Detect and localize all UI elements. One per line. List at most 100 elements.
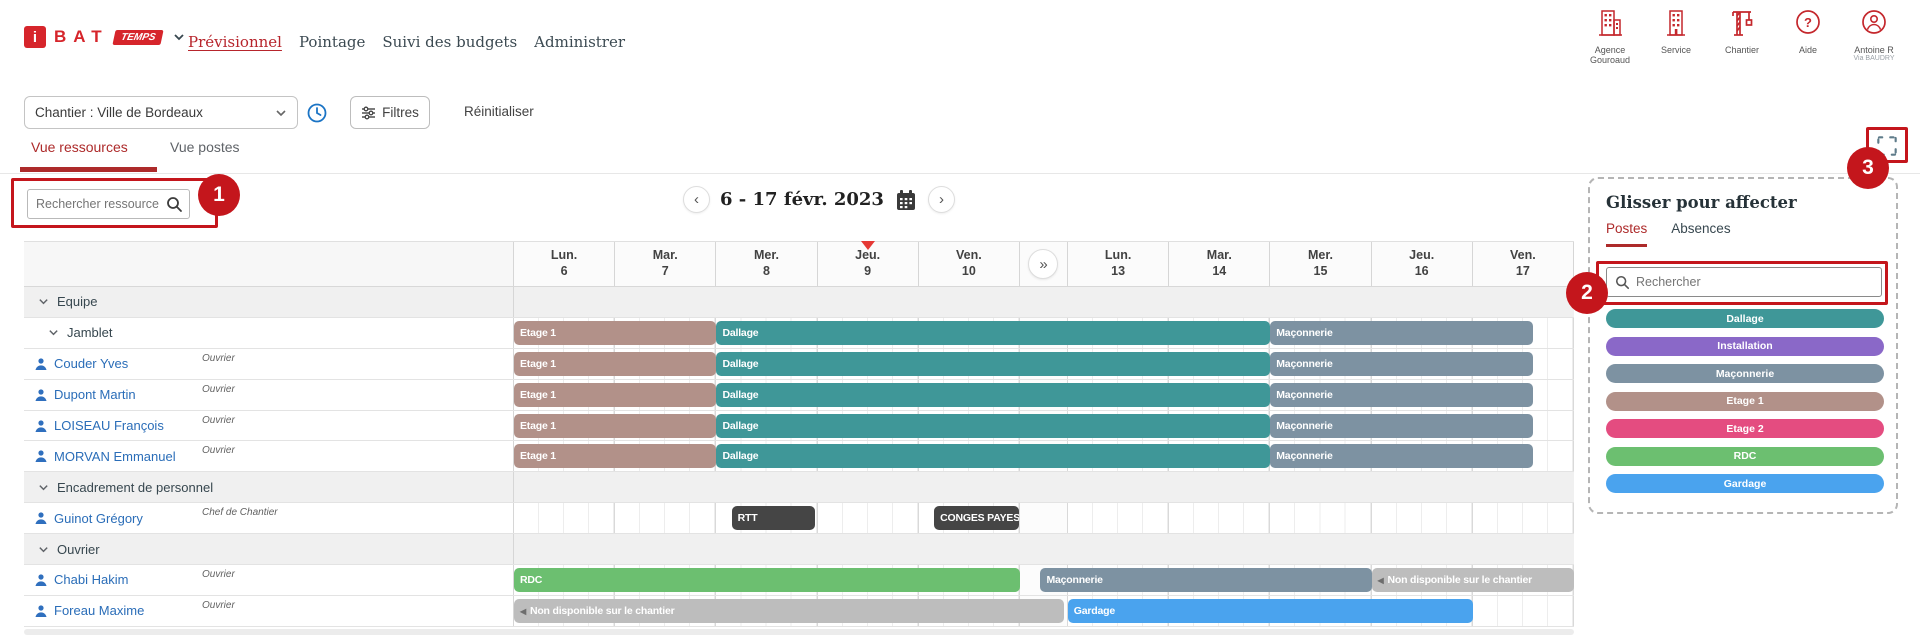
person-name-link[interactable]: Chabi Hakim [54,572,128,587]
day-cell[interactable] [716,472,817,502]
pill-gardage[interactable]: Gardage [1606,474,1884,493]
quickbar-chantier[interactable]: Chantier [1714,8,1770,66]
schedule-bar[interactable]: Maçonnerie [1270,444,1533,468]
schedule-bar[interactable]: Dallage [716,444,1270,468]
date-range-label[interactable]: 6 - 17 févr. 2023 [720,189,884,210]
day-cell[interactable] [716,534,817,564]
day-cell[interactable] [1169,503,1270,533]
person-name-link[interactable]: MORVAN Emmanuel [54,449,176,464]
schedule-bar[interactable]: Etage 1 [514,352,716,376]
schedule-bar[interactable]: RDC [514,568,1020,592]
person-name-link[interactable]: Guinot Grégory [54,511,143,526]
day-column-header[interactable]: Jeu.9 [818,242,919,286]
schedule-bar[interactable]: Maçonnerie [1270,414,1533,438]
schedule-bar[interactable]: Dallage [716,414,1270,438]
nav-item-administrer[interactable]: Administrer [534,33,625,51]
pill-maçonnerie[interactable]: Maçonnerie [1606,364,1884,383]
day-cell[interactable] [919,534,1020,564]
expand-weekend-button[interactable]: » [1028,249,1058,279]
schedule-bar[interactable]: Etage 1 [514,321,716,345]
schedule-bar[interactable]: CONGES PAYES [934,506,1019,530]
calendar-icon[interactable] [894,188,918,212]
pill-installation[interactable]: Installation [1606,337,1884,356]
day-cell[interactable] [1371,287,1472,317]
chevron-down-icon[interactable] [173,31,185,43]
day-cell[interactable] [514,287,615,317]
nav-item-prévisionnel[interactable]: Prévisionnel [188,33,282,51]
day-cell[interactable] [1270,534,1371,564]
day-cell[interactable] [1473,503,1574,533]
person-name-link[interactable]: LOISEAU François [54,418,164,433]
day-column-header[interactable]: Ven.17 [1473,242,1574,286]
day-cell[interactable] [1371,534,1472,564]
pill-dallage[interactable]: Dallage [1606,309,1884,328]
day-cell[interactable] [818,472,919,502]
day-cell[interactable] [1270,503,1371,533]
nav-item-suivi-des-budgets[interactable]: Suivi des budgets [382,33,517,51]
day-cell[interactable] [1169,472,1270,502]
day-column-header[interactable]: Mar.7 [615,242,716,286]
resource-search-input[interactable] [28,197,166,211]
day-cell[interactable] [1270,287,1371,317]
day-cell[interactable] [1372,503,1473,533]
schedule-bar[interactable]: RTT [732,506,815,530]
day-column-header[interactable]: Mer.8 [716,242,817,286]
day-column-header[interactable]: Mar.14 [1169,242,1270,286]
day-cell[interactable] [514,534,615,564]
day-cell[interactable] [818,503,919,533]
day-cell[interactable] [1473,596,1574,626]
person-name-link[interactable]: Couder Yves [54,356,128,371]
chevron-down-icon[interactable] [38,544,49,555]
day-cell[interactable] [818,287,919,317]
tab-vue-ressources[interactable]: Vue ressources [31,139,128,155]
app-logo[interactable]: i BAT TEMPS [24,26,185,48]
day-column-header[interactable]: Jeu.16 [1372,242,1473,286]
chevron-down-icon[interactable] [38,296,49,307]
day-cell[interactable] [1169,534,1270,564]
quickbar-aide[interactable]: ?Aide [1780,8,1836,66]
pill-rdc[interactable]: RDC [1606,447,1884,466]
schedule-bar[interactable]: Etage 1 [514,414,716,438]
schedule-bar[interactable]: Maçonnerie [1270,321,1533,345]
day-cell[interactable] [919,472,1020,502]
day-cell[interactable] [1371,472,1472,502]
search-icon[interactable] [166,196,183,213]
day-cell[interactable] [1068,534,1169,564]
day-cell[interactable] [1068,287,1169,317]
day-column-header[interactable]: Lun.13 [1068,242,1169,286]
chevron-down-icon[interactable] [48,327,59,338]
pill-etage-1[interactable]: Etage 1 [1606,392,1884,411]
reset-filters-button[interactable]: Réinitialiser [464,104,534,119]
day-cell[interactable] [615,472,716,502]
schedule-bar[interactable]: ◀Non disponible sur le chantier [514,599,1064,623]
day-cell[interactable] [1068,472,1169,502]
day-cell[interactable] [615,534,716,564]
filters-button[interactable]: Filtres [350,96,430,129]
pill-etage-2[interactable]: Etage 2 [1606,419,1884,438]
day-column-header[interactable]: Mer.15 [1270,242,1371,286]
quickbar-service[interactable]: Service [1648,8,1704,66]
day-column-header[interactable]: Lun.6 [514,242,615,286]
panel-tab-postes[interactable]: Postes [1606,221,1647,247]
quickbar-antoine-r[interactable]: Antoine RVia BAUDRY [1846,8,1902,66]
day-cell[interactable] [1473,287,1574,317]
horizontal-scrollbar[interactable] [24,629,1574,635]
day-cell[interactable] [818,534,919,564]
day-cell[interactable] [615,503,716,533]
day-cell[interactable] [1270,472,1371,502]
schedule-bar[interactable]: Etage 1 [514,444,716,468]
schedule-bar[interactable]: Maçonnerie [1270,383,1533,407]
day-cell[interactable] [514,472,615,502]
day-cell[interactable] [1473,534,1574,564]
day-column-header[interactable]: Ven.10 [919,242,1020,286]
quickbar-agence-gouroaud[interactable]: Agence Gouroaud [1582,8,1638,66]
schedule-bar[interactable]: Dallage [716,383,1270,407]
day-cell[interactable] [615,287,716,317]
site-selector[interactable]: Chantier : Ville de Bordeaux [24,96,298,129]
day-cell[interactable] [919,287,1020,317]
tab-vue-postes[interactable]: Vue postes [170,139,240,155]
day-cell[interactable] [514,503,615,533]
panel-tab-absences[interactable]: Absences [1671,221,1730,247]
schedule-bar[interactable]: Dallage [716,352,1270,376]
schedule-bar[interactable]: Dallage [716,321,1270,345]
